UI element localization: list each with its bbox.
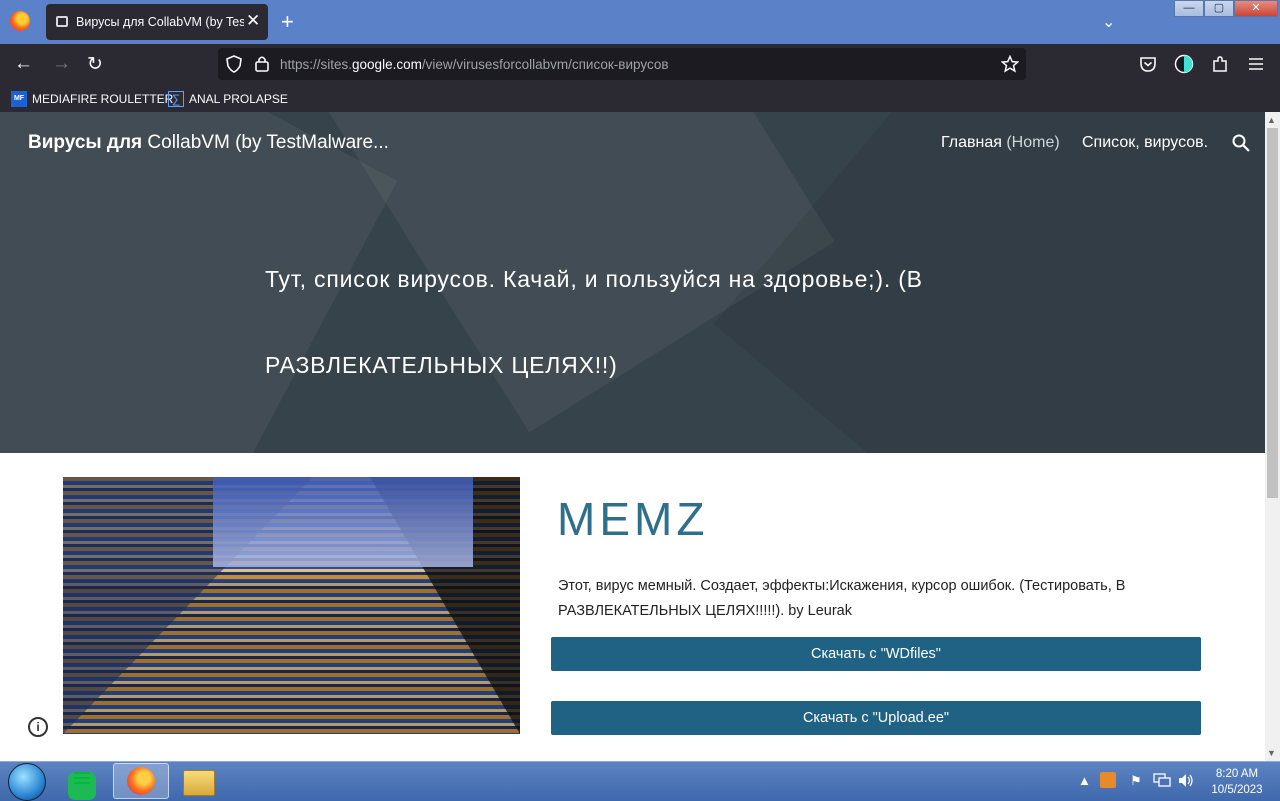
site-title-rest: CollabVM (by TestMalware... [142, 132, 389, 153]
taskbar-explorer-app[interactable] [175, 764, 223, 798]
hero-banner: Вирусы для CollabVM (by TestMalware... Г… [0, 112, 1265, 453]
taskbar-clock[interactable]: 8:20 AM 10/5/2023 [1204, 766, 1270, 798]
url-domain: google.com [352, 57, 422, 72]
nav-home-label: Главная [941, 134, 1002, 151]
network-icon[interactable] [1153, 773, 1171, 788]
image-shape [213, 477, 473, 567]
nav-link-home[interactable]: Главная (Home) [941, 134, 1060, 152]
taskbar-notes-app[interactable] [58, 764, 106, 800]
bookmark-anal-prolapse[interactable]: ∑ ANAL PROLAPSE [168, 91, 288, 107]
action-center-flag-icon[interactable]: ⚑ [1130, 773, 1142, 789]
account-icon[interactable] [1174, 54, 1194, 74]
download-wdfiles-button[interactable]: Скачать с "WDfiles" [551, 637, 1201, 671]
page-viewport: Вирусы для CollabVM (by TestMalware... Г… [0, 112, 1265, 761]
virus-title: MEMZ [557, 493, 709, 545]
scroll-up-arrow-icon[interactable]: ▲ [1267, 115, 1276, 125]
search-icon[interactable] [1232, 134, 1250, 152]
lock-icon[interactable] [255, 55, 269, 72]
hero-heading: Тут, список вирусов. Качай, и пользуйся … [265, 266, 923, 378]
tray-app-icon[interactable] [1100, 772, 1116, 788]
bookmark-mediafire[interactable]: MF MEDIAFIRE ROULETTER [11, 91, 173, 107]
nav-link-virus-list[interactable]: Список, вирусов. [1082, 134, 1208, 152]
folder-icon [183, 770, 215, 796]
sigma-icon: ∑ [168, 91, 184, 107]
shield-icon[interactable] [226, 55, 242, 73]
back-button[interactable]: ← [14, 53, 33, 75]
volume-icon[interactable] [1178, 773, 1194, 788]
list-all-tabs-icon[interactable]: ⌄ [1102, 12, 1115, 32]
info-icon[interactable]: i [28, 717, 48, 737]
site-title[interactable]: Вирусы для CollabVM (by TestMalware... [28, 132, 389, 154]
firefox-menu-icon[interactable] [10, 11, 30, 31]
clock-time: 8:20 AM [1215, 768, 1259, 780]
maximize-button[interactable]: ▢ [1204, 0, 1234, 17]
minimize-button[interactable]: — [1174, 0, 1204, 17]
url-path: /view/virusesforcollabvm/список-вирусов [421, 57, 669, 72]
close-window-button[interactable]: ✕ [1234, 0, 1278, 17]
clock-date: 10/5/2023 [1211, 784, 1263, 796]
url-prefix: https://sites. [280, 57, 353, 72]
firefox-icon [127, 767, 155, 795]
mediafire-icon: MF [11, 91, 27, 107]
notes-icon [68, 772, 96, 800]
bookmark-star-icon[interactable] [1001, 55, 1019, 73]
taskbar-firefox-app[interactable] [113, 763, 169, 799]
site-favicon-icon [56, 16, 68, 27]
reload-button[interactable]: ↻ [87, 53, 103, 76]
window-controls: — ▢ ✕ [1174, 0, 1278, 17]
nav-home-sub: (Home) [1001, 134, 1060, 151]
tab-close-icon[interactable]: ✕ [246, 11, 260, 31]
tab-title: Вирусы для CollabVM (by TestMalware) [76, 15, 244, 29]
new-tab-button[interactable]: + [281, 9, 294, 35]
show-hidden-icons-icon[interactable]: ▲ [1078, 773, 1091, 788]
bookmark-label: ANAL PROLAPSE [189, 92, 288, 106]
scrollbar-thumb[interactable] [1267, 128, 1278, 498]
forward-button[interactable]: → [52, 53, 71, 75]
hamburger-menu-icon[interactable] [1248, 57, 1264, 71]
start-button[interactable] [8, 763, 46, 801]
memz-screenshot-image [63, 477, 520, 734]
url-text[interactable]: https://sites.google.com/view/virusesfor… [280, 57, 669, 72]
bookmark-label: MEDIAFIRE ROULETTER [32, 92, 174, 106]
site-title-bold: Вирусы для [28, 132, 143, 153]
pocket-icon[interactable] [1139, 55, 1157, 73]
download-uploadee-button[interactable]: Скачать с "Upload.ee" [551, 701, 1201, 735]
scroll-down-arrow-icon[interactable]: ▼ [1267, 748, 1276, 758]
virus-description: Этот, вирус мемный. Создает, эффекты:Иск… [558, 578, 1126, 619]
extensions-icon[interactable] [1211, 55, 1229, 73]
